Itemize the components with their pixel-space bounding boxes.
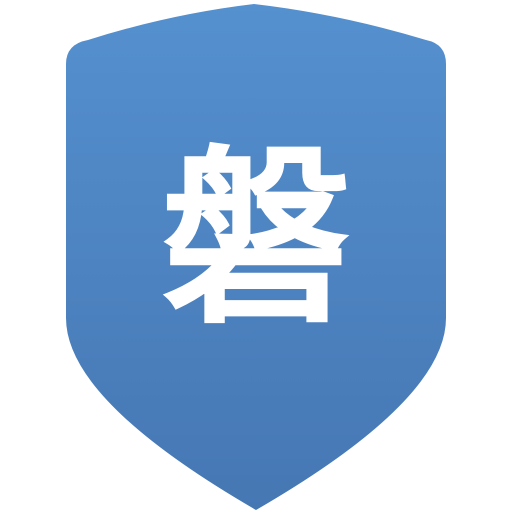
app-icon: 磐 bbox=[0, 0, 512, 512]
shield-icon: 磐 bbox=[66, 4, 446, 510]
shield-glyph: 磐 bbox=[161, 129, 351, 350]
